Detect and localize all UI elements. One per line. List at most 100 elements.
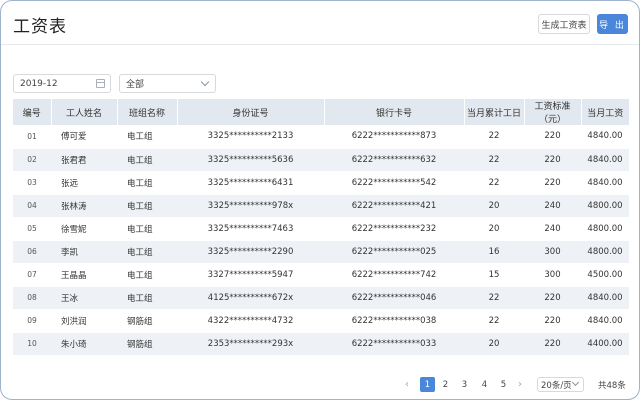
- table-row[interactable]: 04 张林涛 电工组 3325**********978x 6222******…: [13, 194, 629, 218]
- cell-wage-rate: 220: [524, 148, 581, 172]
- cell-workdays: 22: [464, 148, 524, 172]
- cell-wage-rate: 220: [524, 309, 581, 333]
- cell-name: 朱小琦: [51, 332, 117, 356]
- pagination: ‹ 1 2 3 4 5 › 20条/页 共48条: [1, 377, 639, 393]
- page-header: 工资表 生成工资表 导 出: [1, 1, 639, 45]
- cell-id: 07: [13, 263, 51, 287]
- table-row[interactable]: 09 刘洪润 钢筋组 4322**********4732 6222******…: [13, 309, 629, 333]
- page-button[interactable]: 2: [438, 377, 453, 392]
- month-picker[interactable]: 2019-12: [13, 74, 111, 93]
- cell-bank-card: 6222***********873: [324, 125, 464, 149]
- cell-monthly-wage: 4800.00: [581, 217, 629, 241]
- calendar-icon: [96, 79, 105, 88]
- cell-group: 电工组: [117, 194, 177, 218]
- col-header-monthly-wage: 当月工资: [581, 99, 629, 125]
- cell-id: 05: [13, 217, 51, 241]
- cell-bank-card: 6222***********232: [324, 217, 464, 241]
- cell-id-card: 4322**********4732: [177, 309, 324, 333]
- table-row[interactable]: 02 张君君 电工组 3325**********5636 6222******…: [13, 148, 629, 172]
- cell-monthly-wage: 4840.00: [581, 309, 629, 333]
- cell-group: 钢筋组: [117, 309, 177, 333]
- cell-wage-rate: 220: [524, 286, 581, 310]
- page-button[interactable]: 5: [496, 377, 511, 392]
- cell-group: 电工组: [117, 125, 177, 149]
- table-header-row: 编号 工人姓名 班组名称 身份证号 银行卡号 当月累计工日 工资标准（元） 当月…: [13, 99, 629, 125]
- page-button[interactable]: 4: [477, 377, 492, 392]
- export-button[interactable]: 导 出: [597, 14, 628, 34]
- cell-id-card: 3325**********6431: [177, 171, 324, 195]
- cell-id-card: 3325**********2290: [177, 240, 324, 264]
- cell-bank-card: 6222***********046: [324, 286, 464, 310]
- table-row[interactable]: 05 徐雪妮 电工组 3325**********7463 6222******…: [13, 217, 629, 241]
- cell-workdays: 16: [464, 240, 524, 264]
- cell-id: 03: [13, 171, 51, 195]
- cell-wage-rate: 240: [524, 194, 581, 218]
- cell-group: 电工组: [117, 263, 177, 287]
- page-size-value: 20条/页: [541, 380, 572, 391]
- cell-wage-rate: 220: [524, 171, 581, 195]
- cell-workdays: 15: [464, 263, 524, 287]
- cell-group: 电工组: [117, 148, 177, 172]
- prev-page-icon[interactable]: ‹: [405, 379, 409, 390]
- page-title: 工资表: [13, 17, 67, 37]
- chevron-down-icon: [200, 77, 210, 87]
- cell-workdays: 22: [464, 286, 524, 310]
- cell-workdays: 20: [464, 217, 524, 241]
- cell-group: 电工组: [117, 286, 177, 310]
- col-header-group: 班组名称: [117, 99, 178, 125]
- table-row[interactable]: 01 傅可爱 电工组 3325**********2133 6222******…: [13, 125, 629, 149]
- cell-workdays: 22: [464, 125, 524, 149]
- group-select[interactable]: 全部: [119, 74, 216, 93]
- table-row[interactable]: 07 王晶晶 电工组 3327**********5947 6222******…: [13, 263, 629, 287]
- cell-monthly-wage: 4840.00: [581, 125, 629, 149]
- cell-workdays: 20: [464, 332, 524, 356]
- cell-monthly-wage: 4400.00: [581, 332, 629, 356]
- chevron-down-icon: [571, 378, 580, 387]
- page-button[interactable]: 1: [420, 377, 435, 392]
- cell-id: 10: [13, 332, 51, 356]
- cell-wage-rate: 220: [524, 125, 581, 149]
- cell-bank-card: 6222***********742: [324, 263, 464, 287]
- cell-bank-card: 6222***********421: [324, 194, 464, 218]
- table-row[interactable]: 10 朱小琦 钢筋组 2353**********293x 6222******…: [13, 332, 629, 356]
- cell-wage-rate: 240: [524, 217, 581, 241]
- col-header-workdays: 当月累计工日: [464, 99, 525, 125]
- cell-name: 李凯: [51, 240, 117, 264]
- cell-bank-card: 6222***********033: [324, 332, 464, 356]
- page-size-select[interactable]: 20条/页: [537, 377, 584, 392]
- next-page-icon[interactable]: ›: [518, 379, 522, 390]
- cell-group: 电工组: [117, 240, 177, 264]
- payroll-table: 编号 工人姓名 班组名称 身份证号 银行卡号 当月累计工日 工资标准（元） 当月…: [13, 99, 629, 356]
- table-row[interactable]: 08 王冰 电工组 4125**********672x 6222*******…: [13, 286, 629, 310]
- cell-wage-rate: 300: [524, 263, 581, 287]
- cell-name: 张远: [51, 171, 117, 195]
- cell-name: 张林涛: [51, 194, 117, 218]
- col-header-id: 编号: [13, 99, 52, 125]
- cell-group: 钢筋组: [117, 332, 177, 356]
- cell-bank-card: 6222***********025: [324, 240, 464, 264]
- cell-id: 09: [13, 309, 51, 333]
- cell-workdays: 20: [464, 194, 524, 218]
- cell-name: 傅可爱: [51, 125, 117, 149]
- cell-group: 电工组: [117, 217, 177, 241]
- cell-bank-card: 6222***********038: [324, 309, 464, 333]
- cell-monthly-wage: 4840.00: [581, 171, 629, 195]
- cell-name: 徐雪妮: [51, 217, 117, 241]
- group-select-value: 全部: [126, 80, 145, 90]
- cell-monthly-wage: 4840.00: [581, 286, 629, 310]
- cell-id: 04: [13, 194, 51, 218]
- cell-workdays: 22: [464, 309, 524, 333]
- cell-id-card: 3327**********5947: [177, 263, 324, 287]
- generate-payroll-button[interactable]: 生成工资表: [538, 14, 590, 34]
- col-header-name: 工人姓名: [51, 99, 118, 125]
- cell-wage-rate: 300: [524, 240, 581, 264]
- page-button[interactable]: 3: [457, 377, 472, 392]
- cell-id: 01: [13, 125, 51, 149]
- cell-bank-card: 6222***********632: [324, 148, 464, 172]
- cell-id-card: 3325**********2133: [177, 125, 324, 149]
- month-picker-value: 2019-12: [20, 78, 58, 89]
- cell-group: 电工组: [117, 171, 177, 195]
- cell-id-card: 4125**********672x: [177, 286, 324, 310]
- table-row[interactable]: 03 张远 电工组 3325**********6431 6222*******…: [13, 171, 629, 195]
- table-row[interactable]: 06 李凯 电工组 3325**********2290 6222*******…: [13, 240, 629, 264]
